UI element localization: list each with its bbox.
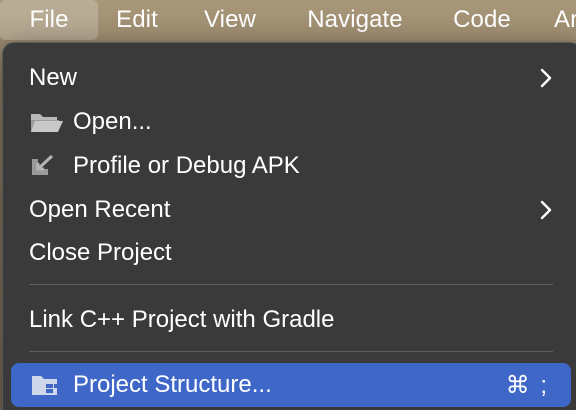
menu-view-label: View	[204, 6, 256, 33]
menu-item-project-structure-label: Project Structure...	[73, 371, 272, 398]
menu-view[interactable]: View	[186, 0, 274, 40]
chevron-right-icon	[540, 68, 552, 88]
menu-item-close-project[interactable]: Close Project	[3, 232, 576, 274]
menu-edit[interactable]: Edit	[98, 0, 176, 40]
menu-item-new[interactable]: New	[3, 57, 576, 99]
menu-file[interactable]: File	[0, 0, 98, 40]
menu-item-open-label: Open...	[73, 108, 152, 135]
menu-item-open[interactable]: Open...	[3, 101, 576, 143]
keyboard-shortcut: ⌘ ;	[505, 371, 549, 399]
menu-analyze-partial[interactable]: An	[548, 0, 576, 40]
menu-edit-label: Edit	[116, 6, 158, 33]
menu-item-profile-debug-apk-label: Profile or Debug APK	[73, 152, 300, 179]
menu-bar: File Edit View Navigate Code An	[0, 0, 576, 40]
screen: File Edit View Navigate Code An New	[0, 0, 576, 410]
menu-code[interactable]: Code	[434, 0, 530, 40]
folder-open-icon	[31, 114, 63, 132]
project-structure-icon	[32, 376, 59, 395]
menu-item-project-structure[interactable]: Project Structure... ⌘ ;	[11, 363, 571, 407]
menu-navigate[interactable]: Navigate	[284, 0, 426, 40]
menu-file-label: File	[29, 6, 69, 33]
menu-item-new-label: New	[29, 64, 78, 91]
menu-item-profile-debug-apk[interactable]: Profile or Debug APK	[3, 145, 576, 187]
menu-analyze-label: An	[554, 6, 576, 33]
menu-item-open-recent[interactable]: Open Recent	[3, 189, 576, 231]
menu-separator	[29, 351, 553, 352]
menu-item-open-recent-label: Open Recent	[29, 196, 171, 223]
chevron-right-icon	[540, 200, 552, 220]
menu-code-label: Code	[453, 6, 511, 33]
import-arrow-icon	[32, 154, 54, 175]
menu-item-link-cpp-project-label: Link C++ Project with Gradle	[29, 306, 335, 333]
file-menu-dropdown: New Open... Profile or Debug APK Open Re…	[2, 42, 576, 410]
menu-navigate-label: Navigate	[307, 6, 403, 33]
menu-separator	[29, 284, 553, 285]
menu-item-link-cpp-project[interactable]: Link C++ Project with Gradle	[3, 299, 576, 341]
menu-item-close-project-label: Close Project	[29, 239, 172, 266]
